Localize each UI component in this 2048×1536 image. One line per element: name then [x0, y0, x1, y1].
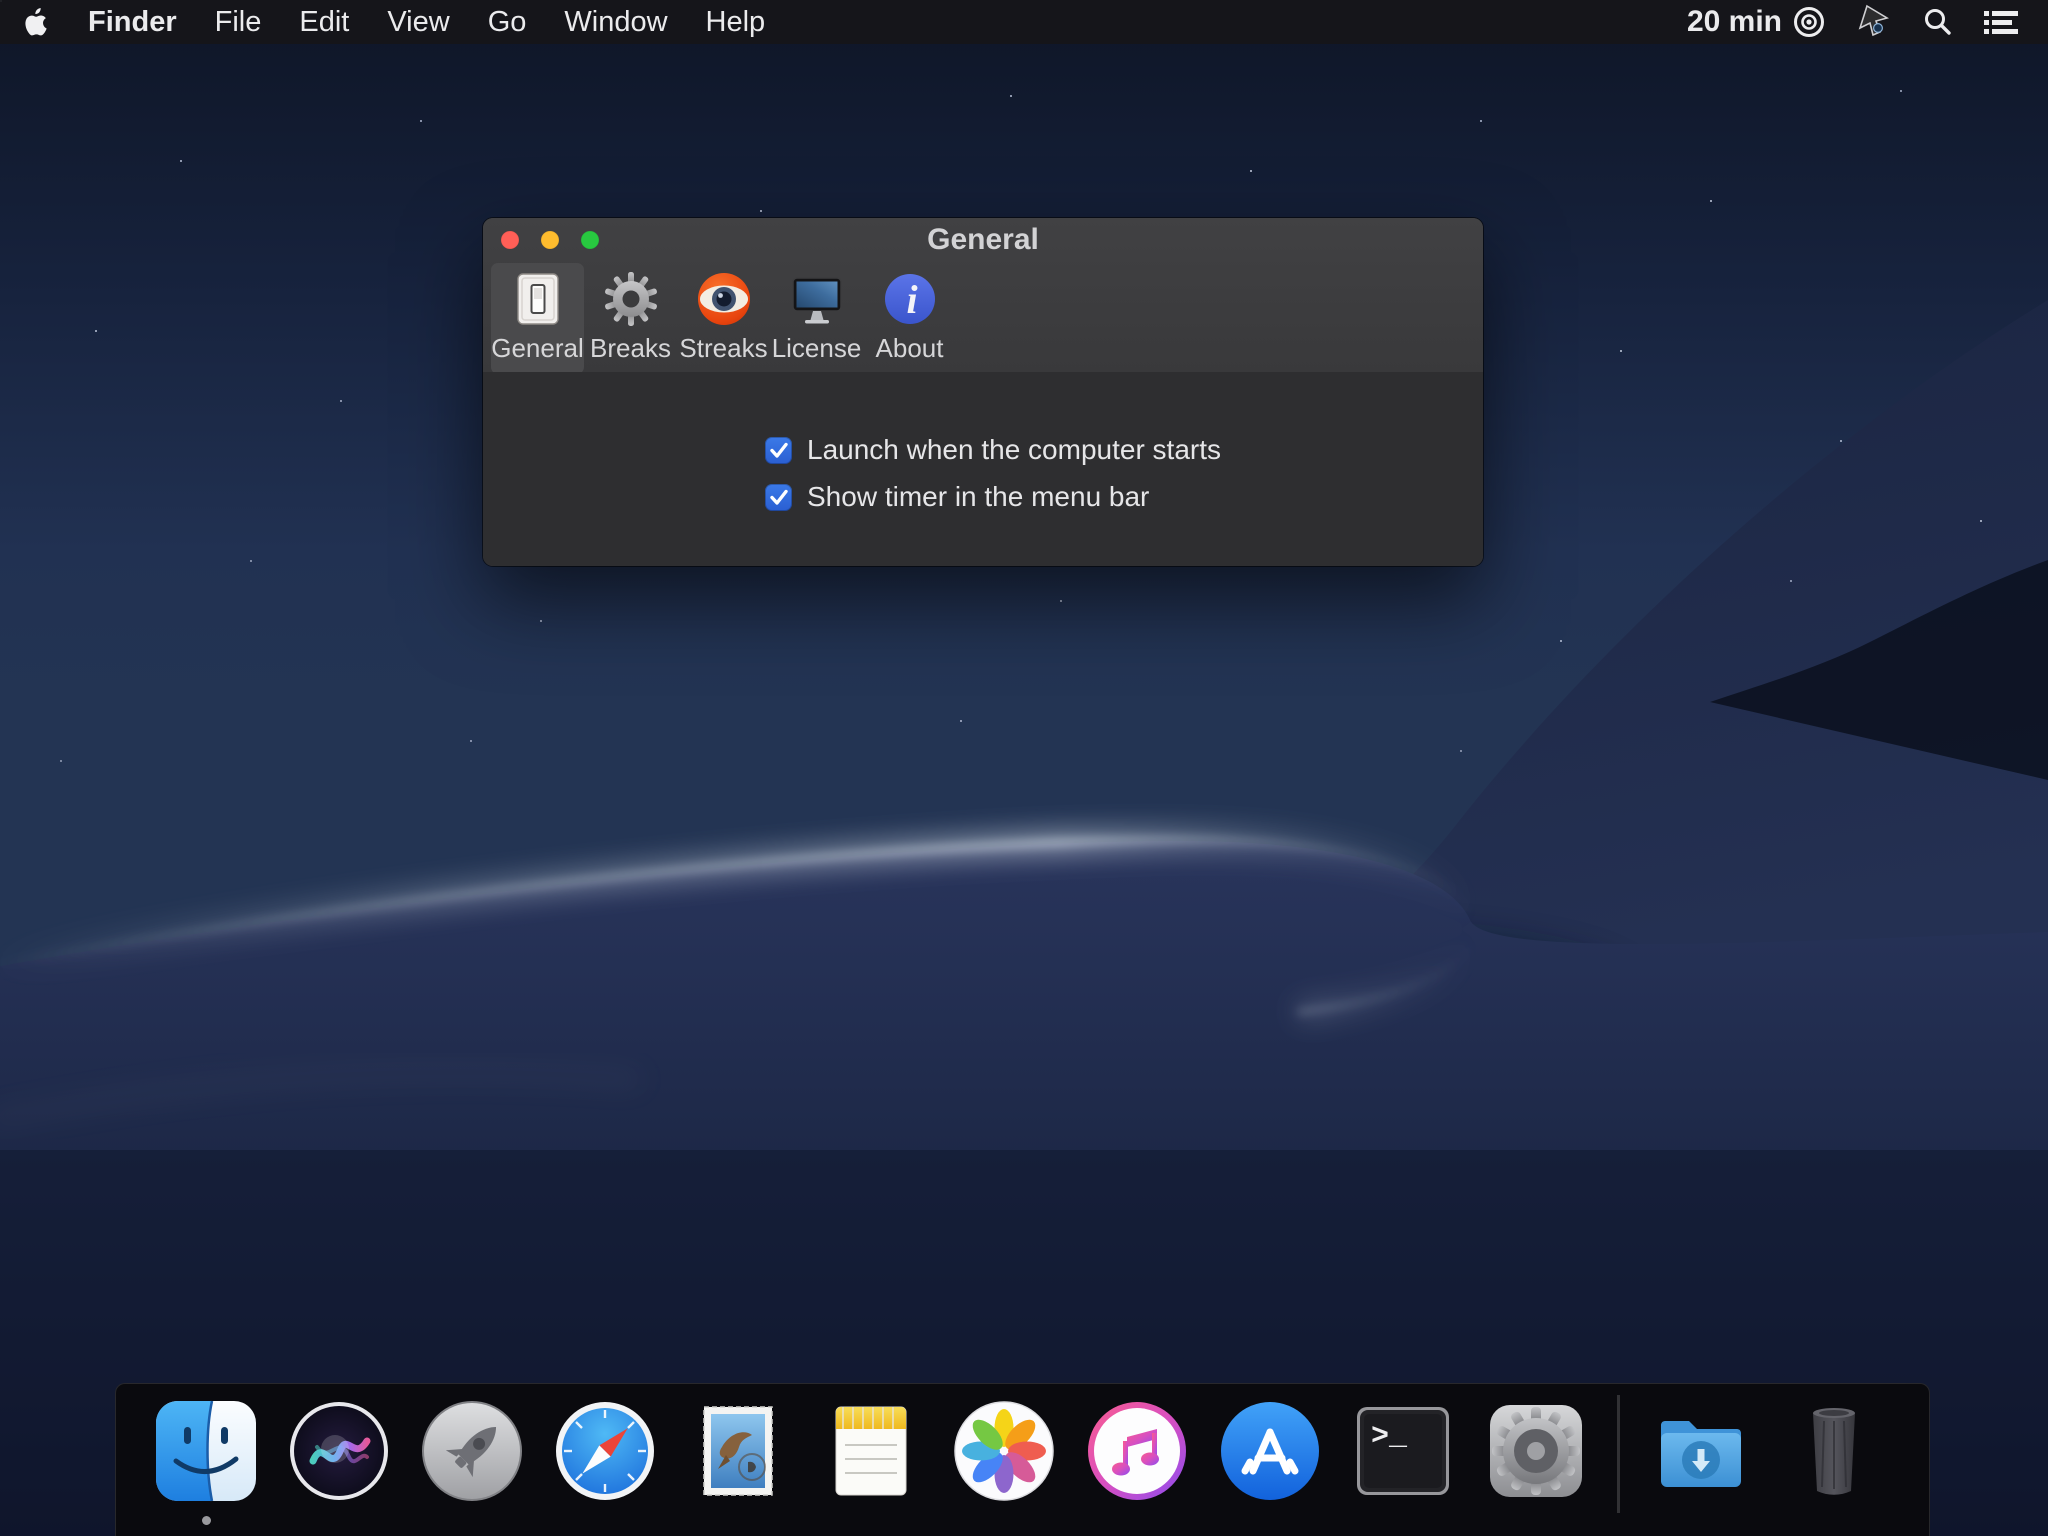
notification-center-status[interactable] [1968, 0, 2034, 44]
preferences-window: General General [483, 218, 1483, 566]
launch-at-startup-checkbox[interactable] [765, 437, 792, 464]
finder-icon [154, 1399, 258, 1503]
window-chrome: General General [483, 218, 1483, 372]
dock-mail[interactable] [686, 1399, 790, 1503]
app-store-icon [1218, 1399, 1322, 1503]
dock-app-store[interactable] [1218, 1399, 1322, 1503]
info-icon: i [881, 270, 939, 328]
dock-photos[interactable] [952, 1399, 1056, 1503]
preferences-toolbar: General [483, 262, 1483, 372]
menu-bar-status-area: 20 min [1673, 0, 2048, 44]
dock-finder[interactable] [154, 1399, 258, 1503]
tab-general[interactable]: General [491, 263, 584, 374]
dock-trash[interactable] [1782, 1399, 1886, 1503]
dock-siri[interactable] [287, 1399, 391, 1503]
launch-at-startup-row: Launch when the computer starts [765, 434, 1221, 466]
downloads-folder-icon [1649, 1399, 1753, 1503]
tab-breaks[interactable]: Breaks [584, 263, 677, 374]
show-timer-row: Show timer in the menu bar [765, 481, 1149, 513]
apple-menu[interactable] [0, 6, 69, 38]
spotlight-icon [1922, 6, 1954, 38]
show-timer-checkbox[interactable] [765, 484, 792, 511]
svg-text:i: i [906, 277, 917, 322]
mail-icon [686, 1399, 790, 1503]
itunes-icon [1085, 1399, 1189, 1503]
window-title: General [483, 223, 1483, 257]
dock-separator [1617, 1395, 1620, 1513]
svg-text:>_: >_ [1371, 1420, 1408, 1454]
menu-item-go[interactable]: Go [469, 0, 546, 44]
show-timer-label: Show timer in the menu bar [807, 481, 1149, 513]
menu-item-edit[interactable]: Edit [280, 0, 368, 44]
dock-notes[interactable] [819, 1399, 923, 1503]
light-switch-icon [509, 270, 567, 328]
notification-list-icon [1982, 6, 2020, 38]
dock-itunes[interactable] [1085, 1399, 1189, 1503]
dock-downloads[interactable] [1649, 1399, 1753, 1503]
terminal-icon: >_ [1351, 1399, 1455, 1503]
running-indicator [202, 1516, 211, 1525]
tab-license[interactable]: License [770, 263, 863, 374]
trash-icon [1782, 1399, 1886, 1503]
zoom-button[interactable] [581, 231, 599, 249]
apple-logo-icon [24, 6, 51, 38]
traffic-lights [501, 218, 599, 262]
dock-safari[interactable] [553, 1399, 657, 1503]
eye-timer-icon [1792, 5, 1826, 39]
spotlight-status[interactable] [1908, 0, 1968, 44]
menu-item-finder[interactable]: Finder [69, 0, 196, 44]
close-button[interactable] [501, 231, 519, 249]
menu-item-help[interactable]: Help [687, 0, 785, 44]
notes-icon [819, 1399, 923, 1503]
dock: >_ [115, 1383, 1930, 1536]
timer-label: 20 min [1687, 5, 1782, 39]
launch-at-startup-label: Launch when the computer starts [807, 434, 1221, 466]
display-icon [788, 270, 846, 328]
tab-license-label: License [772, 333, 862, 364]
tab-about[interactable]: i About [863, 263, 956, 374]
check-icon [767, 485, 791, 509]
dock-system-preferences[interactable] [1484, 1399, 1588, 1503]
tab-streaks-label: Streaks [679, 333, 767, 364]
photos-icon [952, 1399, 1056, 1503]
general-pane: Launch when the computer starts Show tim… [483, 372, 1483, 566]
dock-terminal[interactable]: >_ [1351, 1399, 1455, 1503]
launchpad-icon [420, 1399, 524, 1503]
menu-item-file[interactable]: File [196, 0, 281, 44]
system-preferences-icon [1484, 1399, 1588, 1503]
check-icon [767, 438, 791, 462]
tab-general-label: General [491, 333, 584, 364]
menu-item-window[interactable]: Window [545, 0, 686, 44]
eye-icon [695, 270, 753, 328]
safari-icon [553, 1399, 657, 1503]
siri-icon [287, 1399, 391, 1503]
menu-bar: Finder File Edit View Go Window Help 20 … [0, 0, 2048, 44]
pointer-icon [1854, 2, 1894, 42]
title-bar[interactable]: General [483, 218, 1483, 262]
gear-icon [602, 270, 660, 328]
break-timer-status[interactable]: 20 min [1673, 0, 1840, 44]
minimize-button[interactable] [541, 231, 559, 249]
dock-launchpad[interactable] [420, 1399, 524, 1503]
tab-streaks[interactable]: Streaks [677, 263, 770, 374]
pointer-status[interactable] [1840, 0, 1908, 44]
tab-breaks-label: Breaks [590, 333, 671, 364]
tab-about-label: About [876, 333, 944, 364]
menu-item-view[interactable]: View [368, 0, 468, 44]
